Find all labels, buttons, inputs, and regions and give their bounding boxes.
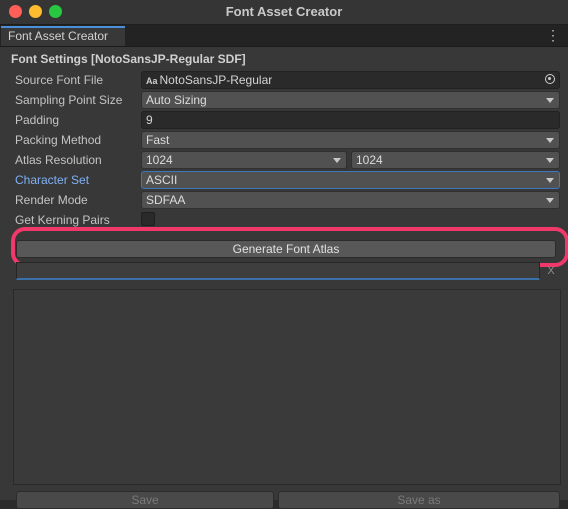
chevron-down-icon: [546, 138, 554, 143]
atlas-resolution-label: Atlas Resolution: [15, 153, 102, 167]
packing-method-label: Packing Method: [15, 133, 102, 147]
tab-bar: Font Asset Creator ⋮: [0, 25, 568, 47]
character-set-dropdown[interactable]: ASCII: [141, 171, 560, 189]
progress-bar: [16, 262, 540, 280]
tab-font-asset-creator[interactable]: Font Asset Creator: [1, 26, 125, 46]
source-font-file-field[interactable]: Aa NotoSansJP-Regular: [141, 71, 560, 89]
save-button[interactable]: Save: [16, 491, 274, 509]
character-set-label: Character Set: [15, 173, 90, 187]
font-settings-panel: Font Settings [NotoSansJP-Regular SDF] S…: [0, 47, 568, 509]
kebab-menu-icon[interactable]: ⋮: [546, 27, 560, 43]
sampling-point-size-value: Auto Sizing: [146, 93, 207, 107]
sampling-point-size-dropdown[interactable]: Auto Sizing: [141, 91, 560, 109]
atlas-height-dropdown[interactable]: 1024: [351, 151, 560, 169]
source-font-file-label: Source Font File: [15, 73, 104, 87]
source-font-file-value: NotoSansJP-Regular: [159, 73, 273, 87]
render-mode-value: SDFAA: [146, 193, 186, 207]
window-title: Font Asset Creator: [225, 4, 343, 19]
save-as-button[interactable]: Save as: [278, 491, 560, 509]
get-kerning-pairs-label: Get Kerning Pairs: [15, 213, 110, 227]
render-mode-label: Render Mode: [15, 193, 88, 207]
character-set-value: ASCII: [146, 173, 178, 187]
atlas-width-dropdown[interactable]: 1024: [141, 151, 347, 169]
chevron-down-icon: [546, 98, 554, 103]
padding-input[interactable]: 9: [141, 111, 560, 129]
chevron-down-icon: [333, 158, 341, 163]
cancel-generation-button[interactable]: X: [542, 262, 560, 280]
chevron-down-icon: [546, 158, 554, 163]
generate-font-atlas-button[interactable]: Generate Font Atlas: [16, 240, 556, 258]
chevron-down-icon: [546, 178, 554, 183]
packing-method-dropdown[interactable]: Fast: [141, 131, 560, 149]
atlas-height-value: 1024: [356, 153, 383, 167]
packing-method-value: Fast: [146, 133, 170, 147]
get-kerning-pairs-checkbox[interactable]: [141, 212, 155, 226]
render-mode-dropdown[interactable]: SDFAA: [141, 191, 560, 209]
chevron-down-icon: [546, 198, 554, 203]
object-picker-icon[interactable]: [545, 74, 555, 84]
font-asset-icon: Aa: [146, 76, 158, 86]
atlas-width-value: 1024: [146, 153, 173, 167]
section-title: Font Settings [NotoSansJP-Regular SDF]: [11, 52, 246, 66]
output-feedback-area: [13, 289, 561, 485]
sampling-point-size-label: Sampling Point Size: [15, 93, 123, 107]
padding-label: Padding: [15, 113, 60, 127]
window-titlebar: Font Asset Creator: [0, 0, 568, 25]
